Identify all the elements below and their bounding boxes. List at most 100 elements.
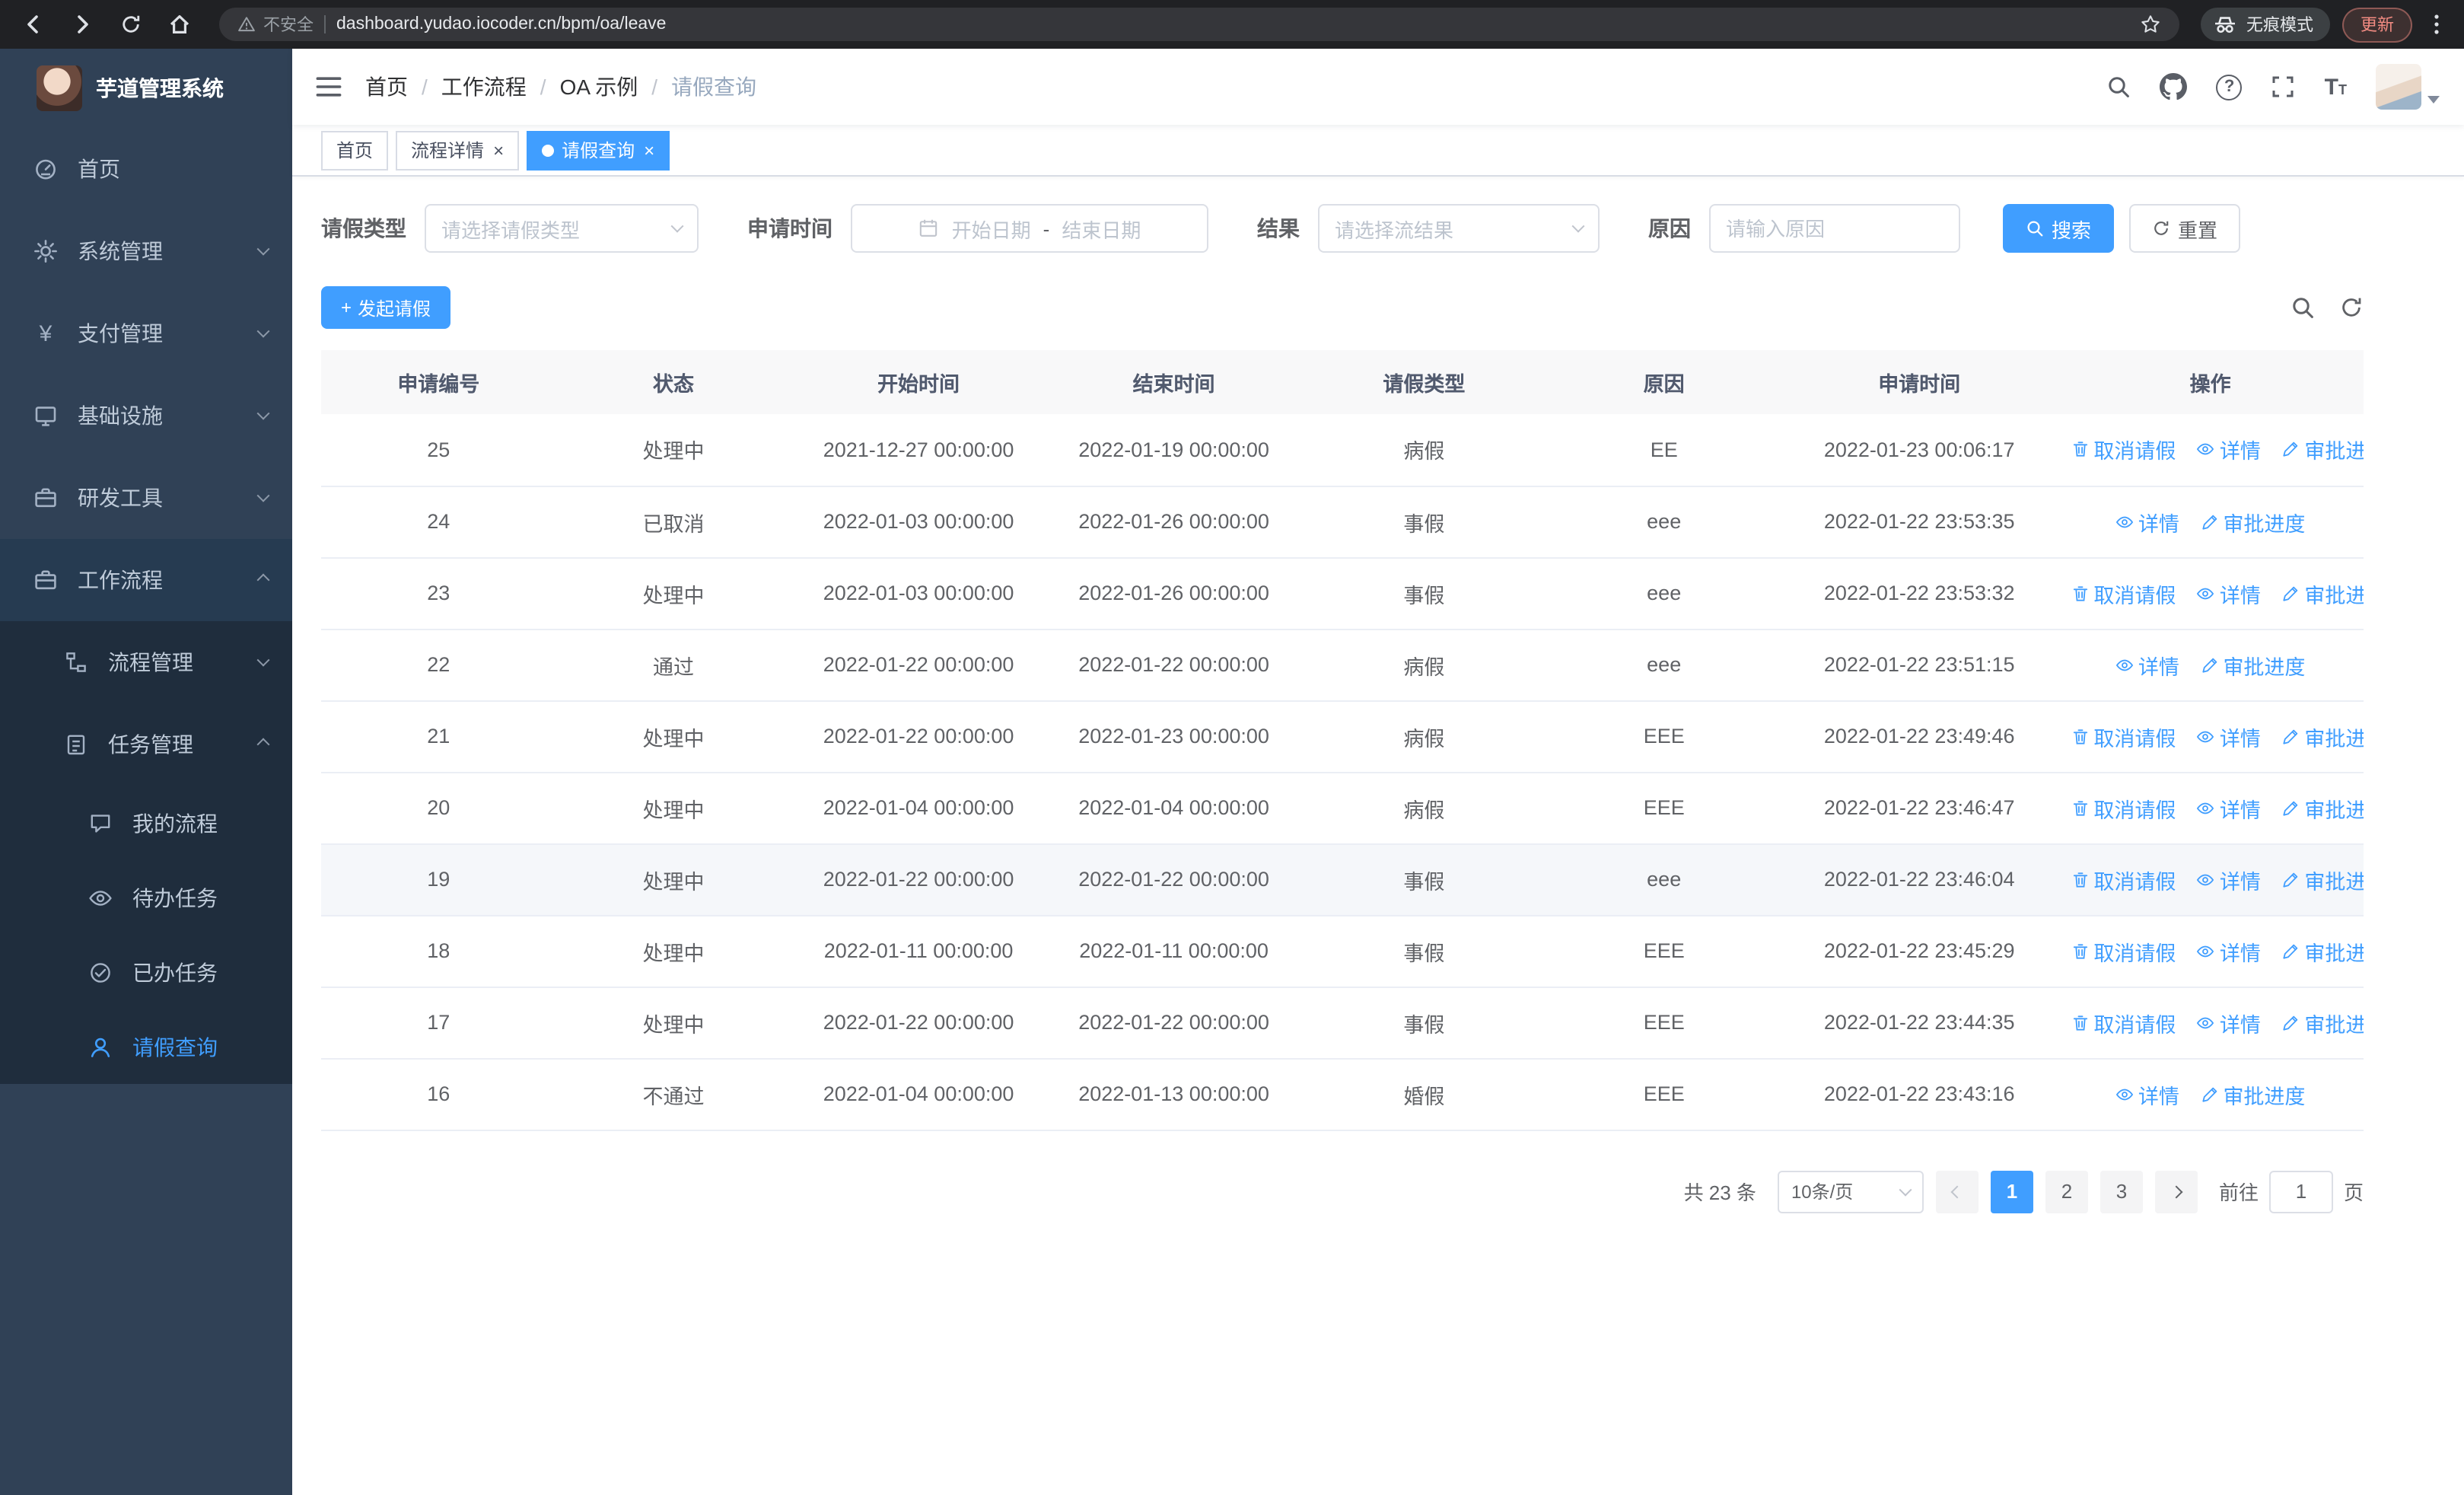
cancel-leave-link[interactable]: 取消请假 [2071,1007,2176,1038]
detail-link[interactable]: 详情 [2115,506,2179,537]
tab-leave-query[interactable]: 请假查询 × [527,130,670,170]
sidebar-item-leave-query[interactable]: 请假查询 [0,1009,292,1084]
sidebar-item-system-mgmt[interactable]: 系统管理 [0,210,292,292]
font-size-icon[interactable]: TT [2325,75,2347,98]
sidebar-item-payment-mgmt[interactable]: ¥ 支付管理 [0,292,292,375]
header-search-icon[interactable] [2107,75,2131,99]
browser-reload-icon[interactable] [113,6,149,43]
sidebar-item-process-mgmt[interactable]: 流程管理 [0,621,292,703]
page-size-select[interactable]: 10条/页 [1777,1170,1924,1213]
cancel-leave-link[interactable]: 取消请假 [2071,864,2176,894]
cell-end-time: 2022-01-22 00:00:00 [1046,987,1302,1059]
cancel-leave-link[interactable]: 取消请假 [2071,792,2176,823]
trash-icon [2071,799,2089,817]
update-button[interactable]: 更新 [2342,7,2412,42]
cell-apply-id: 20 [321,772,556,844]
approval-progress-link[interactable]: 审批进度 [2281,792,2364,823]
sidebar-toggle[interactable] [315,73,342,100]
start-date-input[interactable]: 开始日期 [952,214,1031,243]
sidebar-item-my-process[interactable]: 我的流程 [0,786,292,860]
pen-icon [2281,799,2300,817]
cell-leave-type: 病假 [1301,700,1547,773]
breadcrumb-workflow[interactable]: 工作流程 [441,72,527,102]
detail-link[interactable]: 详情 [2197,1007,2261,1038]
docs-help-icon[interactable]: ? [2216,74,2243,100]
reset-button[interactable]: 重置 [2129,204,2241,253]
browser-home-icon[interactable] [161,6,198,43]
sidebar-item-workflow[interactable]: 工作流程 [0,539,292,621]
sidebar-item-home[interactable]: 首页 [0,128,292,210]
detail-link[interactable]: 详情 [2197,578,2261,608]
cancel-leave-link[interactable]: 取消请假 [2071,936,2176,966]
browser-back-icon[interactable] [15,6,52,43]
breadcrumb-oa-example[interactable]: OA 示例 [560,72,638,102]
page-button-3[interactable]: 3 [2099,1170,2143,1213]
goto-page-input[interactable] [2268,1170,2333,1213]
table-row: 21 处理中 2022-01-22 00:00:00 2022-01-23 00… [321,700,2364,773]
approval-progress-link[interactable]: 审批进度 [2281,578,2364,608]
cancel-leave-link[interactable]: 取消请假 [2071,578,2176,608]
cell-apply-id: 17 [321,987,556,1059]
app-logo[interactable]: 芋道管理系统 [0,49,292,128]
pagination: 共 23 条 10条/页 1 2 3 前往 页 [321,1170,2364,1213]
browser-forward-icon[interactable] [64,6,100,43]
cancel-leave-link[interactable]: 取消请假 [2071,721,2176,751]
detail-link[interactable]: 详情 [2197,792,2261,823]
detail-link[interactable]: 详情 [2115,649,2179,680]
apply-time-range-picker[interactable]: 开始日期 - 结束日期 [851,204,1208,253]
result-select[interactable]: 请选择流结果 [1318,204,1600,253]
sidebar-item-done-tasks[interactable]: 已办任务 [0,935,292,1009]
sidebar-item-task-mgmt[interactable]: 任务管理 [0,703,292,786]
reason-input[interactable] [1709,204,1960,253]
tab-close-icon[interactable]: × [644,141,654,159]
tab-close-icon[interactable]: × [493,141,504,159]
sidebar-item-dev-tools[interactable]: 研发工具 [0,457,292,539]
chevron-down-icon [256,653,270,667]
fullscreen-icon[interactable] [2271,75,2296,99]
end-date-input[interactable]: 结束日期 [1062,214,1141,243]
tab-home[interactable]: 首页 [321,130,389,170]
detail-link[interactable]: 详情 [2115,1079,2179,1109]
detail-link[interactable]: 详情 [2197,936,2261,966]
table-body: 25 处理中 2021-12-27 00:00:00 2022-01-19 00… [321,414,2364,1130]
approval-progress-link[interactable]: 审批进度 [2281,864,2364,894]
page-button-1[interactable]: 1 [1990,1170,2033,1213]
detail-link[interactable]: 详情 [2197,864,2261,894]
cancel-leave-link[interactable]: 取消请假 [2071,435,2176,465]
detail-link[interactable]: 详情 [2197,721,2261,751]
eye-icon [2197,584,2215,602]
refresh-icon [2152,219,2170,237]
approval-progress-link[interactable]: 审批进度 [2200,649,2305,680]
sidebar-item-infrastructure[interactable]: 基础设施 [0,375,292,457]
breadcrumb-home[interactable]: 首页 [365,72,408,102]
approval-progress-link[interactable]: 审批进度 [2281,721,2364,751]
leave-type-select[interactable]: 请选择请假类型 [425,204,699,253]
user-menu[interactable] [2376,64,2440,110]
approval-progress-link[interactable]: 审批进度 [2281,936,2364,966]
approval-progress-link[interactable]: 审批进度 [2200,1079,2305,1109]
navbar-actions: ? TT [2107,64,2440,110]
approval-progress-link[interactable]: 审批进度 [2281,1007,2364,1038]
refresh-table-icon[interactable] [2339,295,2364,320]
cell-apply-time: 2022-01-23 00:06:17 [1781,414,2058,486]
create-leave-button[interactable]: + 发起请假 [321,286,451,329]
cell-leave-type: 事假 [1301,915,1547,987]
toggle-search-icon[interactable] [2291,295,2315,320]
browser-menu-icon[interactable] [2424,12,2449,37]
next-page-button[interactable] [2154,1170,2198,1213]
approval-progress-link[interactable]: 审批进度 [2200,506,2305,537]
cell-leave-type: 病假 [1301,414,1547,486]
bookmark-star-icon[interactable] [2140,11,2161,38]
prev-page-button[interactable] [1935,1170,1979,1213]
url-bar[interactable]: 不安全 dashboard.yudao.iocoder.cn/bpm/oa/le… [219,8,2179,41]
eye-icon [85,885,116,910]
page-button-2[interactable]: 2 [2045,1170,2088,1213]
tab-process-detail[interactable]: 流程详情 × [396,130,520,170]
search-button[interactable]: 搜索 [2003,204,2115,253]
detail-link[interactable]: 详情 [2197,435,2261,465]
approval-progress-link[interactable]: 审批进度 [2281,435,2364,465]
sidebar-item-todo-tasks[interactable]: 待办任务 [0,860,292,935]
github-icon[interactable] [2160,73,2188,100]
security-warning[interactable]: 不安全 [237,12,314,37]
url-text[interactable]: dashboard.yudao.iocoder.cn/bpm/oa/leave [336,15,2129,33]
